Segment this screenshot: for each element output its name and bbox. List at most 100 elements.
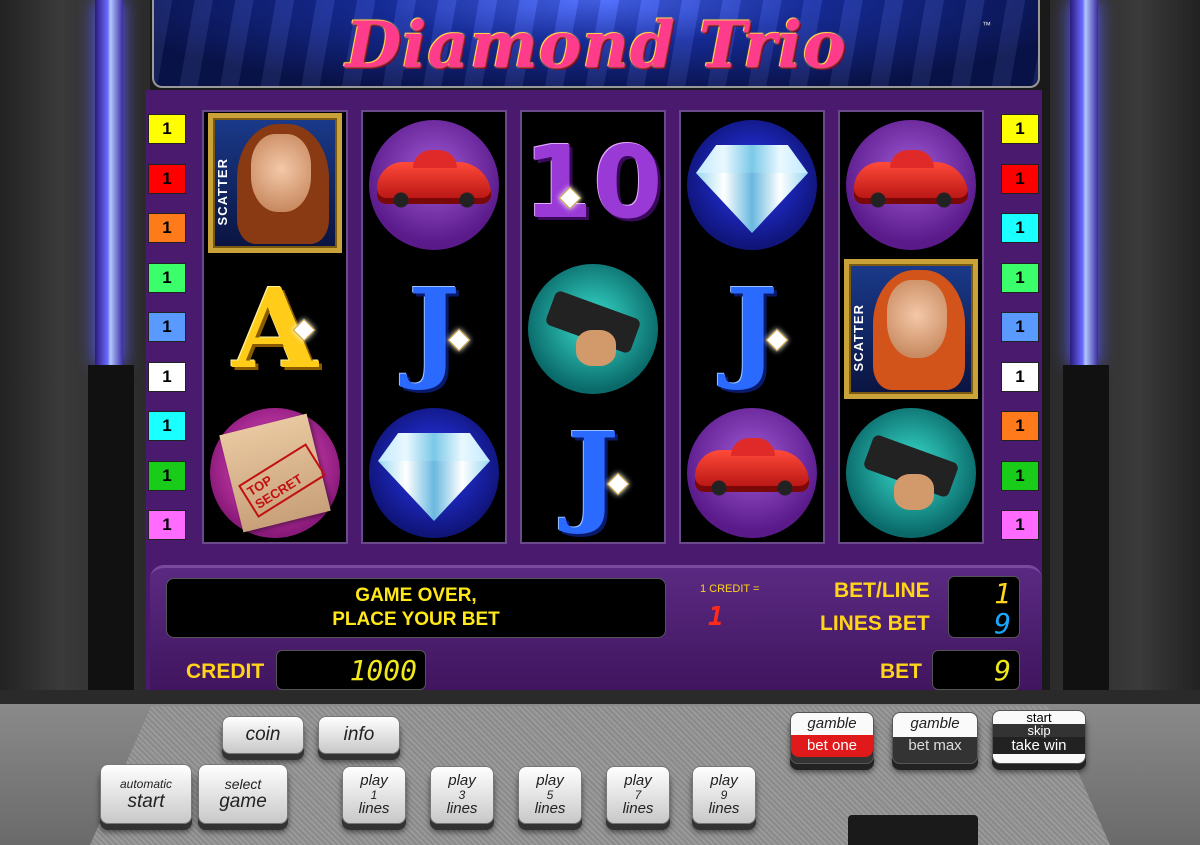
gamble-one-bottom: bet one <box>791 735 873 757</box>
scatter-label: SCATTER <box>851 304 866 372</box>
symbol-gun-hand <box>526 260 660 398</box>
blue-circle <box>687 120 817 250</box>
select-game-button[interactable]: select game <box>198 764 288 824</box>
bet-line-value: 1 <box>994 577 1011 610</box>
payline-marker: 1 <box>148 510 186 540</box>
number-ten: 10 <box>523 124 663 241</box>
payline-marker: 1 <box>1001 361 1039 392</box>
play-button-top: play <box>448 772 476 789</box>
bet-meter: 9 <box>932 650 1020 690</box>
play-button-top: play <box>536 772 564 789</box>
car-icon <box>377 150 491 208</box>
play-button-bottom: lines <box>446 800 478 817</box>
purple-circle <box>369 120 499 250</box>
payline-marker: 1 <box>148 163 186 194</box>
credit-label: CREDIT <box>186 660 265 683</box>
top-secret-stamp: TOP SECRET <box>238 443 327 518</box>
face-shape <box>251 134 311 212</box>
symbol-scatter-brunette: SCATTER <box>208 113 342 253</box>
bet-line-label: BET/LINE <box>834 579 930 602</box>
teal-circle <box>528 264 658 394</box>
scatter-frame: SCATTER <box>844 259 978 399</box>
payline-marker: 1 <box>148 411 186 441</box>
status-line-1: GAME OVER, <box>355 585 477 606</box>
play-5-lines-button[interactable]: play 5 lines <box>518 766 582 824</box>
payline-marker: 1 <box>148 262 186 293</box>
payline-marker: 1 <box>148 460 186 491</box>
play-button-top: play <box>710 772 738 789</box>
neon-light-right <box>1070 0 1098 365</box>
purple-circle <box>846 120 976 250</box>
reel-1: SCATTER A TOP SECRET <box>202 110 348 544</box>
game-title: Diamond Trio <box>345 8 847 83</box>
hand-icon <box>576 330 616 366</box>
coin-button-label: coin <box>245 724 281 745</box>
payline-marker: 1 <box>148 114 186 144</box>
play-button-bottom: lines <box>534 800 566 817</box>
play-7-lines-button[interactable]: play 7 lines <box>606 766 670 824</box>
bet-label: BET <box>880 660 922 683</box>
title-banner: Diamond Trio ™ <box>152 0 1040 88</box>
payline-marker: 1 <box>1001 114 1039 144</box>
status-line-2: PLACE YOUR BET <box>332 609 500 630</box>
car-icon <box>695 438 809 496</box>
symbol-car <box>844 116 978 254</box>
payline-marker: 1 <box>1001 460 1039 491</box>
start-skip-take-win-button[interactable]: start skip take win <box>992 710 1086 764</box>
cabinet-pillar-left <box>88 365 134 695</box>
play-button-bottom: lines <box>358 800 390 817</box>
select-game-bottom: game <box>219 791 267 812</box>
reel-4: J <box>679 110 825 544</box>
scatter-frame: SCATTER <box>208 113 342 253</box>
gamble-one-top: gamble <box>807 715 857 732</box>
gamble-max-top: gamble <box>910 715 960 732</box>
symbol-diamond <box>367 404 501 542</box>
trademark-mark: ™ <box>982 20 991 30</box>
symbol-letter-a: A <box>208 260 342 398</box>
blue-circle <box>369 408 499 538</box>
neon-light-left <box>95 0 123 365</box>
take-win-label: take win <box>993 737 1085 754</box>
bet-line-meter: 1 9 <box>948 576 1020 640</box>
info-button[interactable]: info <box>318 716 400 754</box>
play-9-lines-button[interactable]: play 9 lines <box>692 766 756 824</box>
payline-marker: 1 <box>1001 213 1039 243</box>
gamble-bet-max-button[interactable]: gamble bet max <box>892 712 978 764</box>
payline-marker: 1 <box>1001 262 1039 293</box>
play-button-top: play <box>624 772 652 789</box>
car-icon <box>854 150 968 208</box>
envelope-icon: TOP SECRET <box>219 413 331 533</box>
symbol-scatter-redhead: SCATTER <box>844 259 978 399</box>
automatic-start-top: automatic <box>119 777 173 791</box>
payline-marker: 1 <box>1001 312 1039 342</box>
symbol-ten: 10 <box>523 114 663 252</box>
credit-denomination-label: 1 CREDIT = <box>700 583 760 595</box>
play-button-top: play <box>360 772 388 789</box>
symbol-diamond <box>685 116 819 254</box>
payline-marker: 1 <box>1001 411 1039 441</box>
letter-j: J <box>566 408 620 537</box>
coin-button[interactable]: coin <box>222 716 304 754</box>
automatic-start-bottom: start <box>127 791 165 812</box>
gamble-bet-one-button[interactable]: gamble bet one <box>790 712 874 764</box>
payline-marker: 1 <box>1001 163 1039 194</box>
play-3-lines-button[interactable]: play 3 lines <box>430 766 494 824</box>
play-button-bottom: lines <box>708 800 740 817</box>
info-button-label: info <box>343 724 375 745</box>
automatic-start-button[interactable]: automatic start <box>100 764 192 824</box>
payline-marker: 1 <box>148 312 186 342</box>
lines-bet-value: 9 <box>994 607 1011 640</box>
symbol-car <box>685 404 819 542</box>
reel-3: 10 J <box>520 110 666 544</box>
pink-circle: TOP SECRET <box>210 408 340 538</box>
skip-label: skip <box>993 724 1085 737</box>
reel-5: SCATTER <box>838 110 984 544</box>
lines-bet-label: LINES BET <box>820 612 930 635</box>
teal-circle <box>846 408 976 538</box>
play-1-lines-button[interactable]: play 1 lines <box>342 766 406 824</box>
select-game-top: select <box>224 776 262 792</box>
payline-marker: 1 <box>1001 510 1039 540</box>
credit-meter: 1000 <box>276 650 426 690</box>
play-button-bottom: lines <box>622 800 654 817</box>
scatter-label: SCATTER <box>215 158 230 226</box>
